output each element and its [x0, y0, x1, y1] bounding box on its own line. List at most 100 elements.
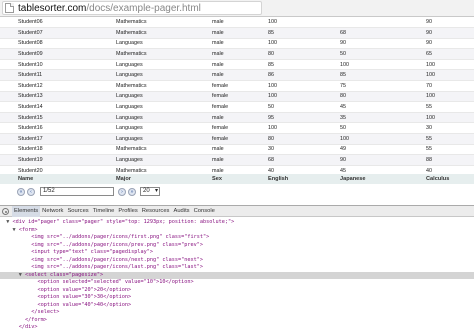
devtools-tab-network[interactable]: Network	[40, 206, 65, 217]
devtools-tab-sources[interactable]: Sources	[65, 206, 90, 217]
footer-major[interactable]: Major	[98, 176, 194, 182]
dom-node-line[interactable]: </form>	[0, 317, 474, 325]
cell-english: 100	[250, 91, 322, 103]
table-footer: Name Major Sex English Japanese Calculus	[0, 174, 474, 184]
cell-japanese: 85	[322, 69, 408, 82]
dom-node-line[interactable]: <input type="text" class="pagedisplay">	[0, 249, 474, 257]
cell-english: 100	[250, 122, 322, 135]
cell-sex: male	[194, 27, 250, 39]
dom-node-line[interactable]: <option selected="selected" value="10">1…	[0, 279, 474, 287]
devtools-tab-audits[interactable]: Audits	[171, 206, 191, 217]
dom-node-line[interactable]: ▼ <form>	[0, 227, 474, 235]
cell-japanese: 100	[322, 133, 408, 145]
table-row: Student08 Languages male 100 90 90	[0, 38, 474, 50]
cell-japanese: 90	[322, 154, 408, 166]
dom-node-text: <option selected="selected" value="10">1…	[37, 279, 194, 285]
cell-major: Languages	[98, 122, 194, 135]
dom-node-line[interactable]: <option value="20">20</option>	[0, 287, 474, 295]
dom-indent	[0, 324, 19, 330]
footer-name[interactable]: Name	[0, 176, 98, 182]
dom-indent	[0, 302, 37, 308]
dom-node-line[interactable]: <option value="30">30</option>	[0, 294, 474, 302]
cell-major: Languages	[98, 101, 194, 113]
url-field[interactable]: tablesorter.com/docs/example-pager.html	[2, 1, 262, 15]
cell-name: Student11	[0, 69, 98, 82]
cell-english: 85	[250, 59, 322, 71]
cell-name: Student18	[0, 144, 98, 156]
devtools-tab-elements[interactable]: Elements	[12, 205, 41, 217]
table-row: Student11 Languages male 86 85 100	[0, 69, 474, 82]
cell-english: 80	[250, 48, 322, 60]
page-size-select[interactable]: 20	[140, 187, 160, 196]
cell-major: Languages	[98, 112, 194, 124]
cell-name: Student17	[0, 133, 98, 145]
dom-node-text: <option value="40">40</option>	[37, 301, 132, 308]
cell-calculus: 90	[408, 27, 474, 39]
cell-calculus: 55	[408, 101, 474, 113]
dom-node-text: </select>	[31, 309, 60, 315]
dom-node-line[interactable]: <img src="../addons/pager/icons/next.png…	[0, 257, 474, 265]
cell-english: 68	[250, 154, 322, 166]
cell-name: Student19	[0, 154, 98, 166]
next-page-icon[interactable]: ›	[118, 187, 126, 196]
dom-tree: ▼ <div id="pager" class="pager" style="t…	[0, 217, 474, 332]
dom-indent	[0, 234, 31, 240]
devtools-tabs: Elements Network Sources Timeline Profiles Re…	[12, 205, 217, 217]
footer-japanese[interactable]: Japanese	[322, 176, 408, 182]
first-page-icon[interactable]: «	[17, 187, 25, 196]
cell-major: Languages	[98, 91, 194, 103]
url-host: tablesorter.com	[18, 2, 87, 14]
cell-name: Student10	[0, 59, 98, 71]
cell-english: 85	[250, 27, 322, 39]
dom-indent	[0, 264, 31, 270]
cell-japanese: 80	[322, 91, 408, 103]
cell-english: 30	[250, 144, 322, 156]
table-row: Student13 Languages female 100 80 100	[0, 91, 474, 103]
inspect-icon[interactable]	[2, 207, 9, 215]
devtools-tab-resources[interactable]: Resources	[140, 206, 172, 217]
footer-calculus[interactable]: Calculus	[408, 176, 449, 182]
cell-major: Mathematics	[98, 144, 194, 156]
table-row: Student10 Languages male 85 100 100	[0, 59, 474, 71]
dom-node-line[interactable]: </div>	[0, 324, 474, 332]
devtools-tab-console[interactable]: Console	[192, 206, 217, 217]
dom-node-text: </div>	[18, 324, 38, 330]
table-row: Student15 Languages male 95 35 100	[0, 112, 474, 124]
cell-name: Student15	[0, 112, 98, 124]
last-page-icon[interactable]: »	[128, 187, 136, 196]
dom-node-text: <input type="text" class="pagedisplay">	[31, 249, 154, 255]
cell-sex: male	[194, 154, 250, 166]
cell-sex: female	[194, 122, 250, 135]
devtools-tab-timeline[interactable]: Timeline	[91, 206, 117, 217]
dom-node-line[interactable]: <option value="40">40</option>	[0, 302, 474, 310]
cell-major: Mathematics	[98, 80, 194, 92]
cell-calculus: 90	[408, 38, 474, 50]
cell-major: Languages	[98, 154, 194, 166]
cell-calculus: 65	[408, 48, 474, 60]
table-row: Student14 Languages female 50 45 55	[0, 101, 474, 113]
dom-indent: ▼	[0, 219, 13, 225]
dom-node-line[interactable]: ▼ <div id="pager" class="pager" style="t…	[0, 219, 474, 227]
dom-node-text: <img src="../addons/pager/icons/next.png…	[31, 256, 204, 263]
cell-major: Mathematics	[98, 17, 194, 29]
cell-calculus: 100	[408, 112, 474, 124]
dom-node-text: <option value="30">30</option>	[37, 294, 132, 300]
dom-node-line[interactable]: <img src="../addons/pager/icons/last.png…	[0, 264, 474, 272]
dom-node-line[interactable]: </select>	[0, 309, 474, 317]
dom-node-text: <select class="pagesize">	[25, 271, 104, 278]
devtools-panel: Elements Network Sources Timeline Profiles Re…	[0, 205, 474, 330]
dom-node-line[interactable]: ▼ <select class="pagesize">	[0, 271, 474, 279]
devtools-tab-profiles[interactable]: Profiles	[116, 206, 139, 217]
dom-indent	[0, 279, 37, 285]
footer-sex[interactable]: Sex	[194, 176, 250, 182]
dom-node-text: <img src="../addons/pager/icons/last.png…	[31, 264, 204, 270]
footer-english[interactable]: English	[250, 176, 322, 182]
dom-node-text: <option value="20">20</option>	[37, 286, 132, 293]
table-row: Student16 Languages female 100 50 30	[0, 122, 474, 135]
prev-page-icon[interactable]: ‹	[27, 187, 35, 196]
address-bar: tablesorter.com/docs/example-pager.html	[0, 0, 474, 17]
dom-node-line[interactable]: <img src="../addons/pager/icons/first.pn…	[0, 234, 474, 242]
dom-node-line[interactable]: <img src="../addons/pager/icons/prev.png…	[0, 242, 474, 250]
page-display-input[interactable]: 1/52	[40, 187, 114, 196]
table-row: Student12 Mathematics female 100 75 70	[0, 80, 474, 92]
